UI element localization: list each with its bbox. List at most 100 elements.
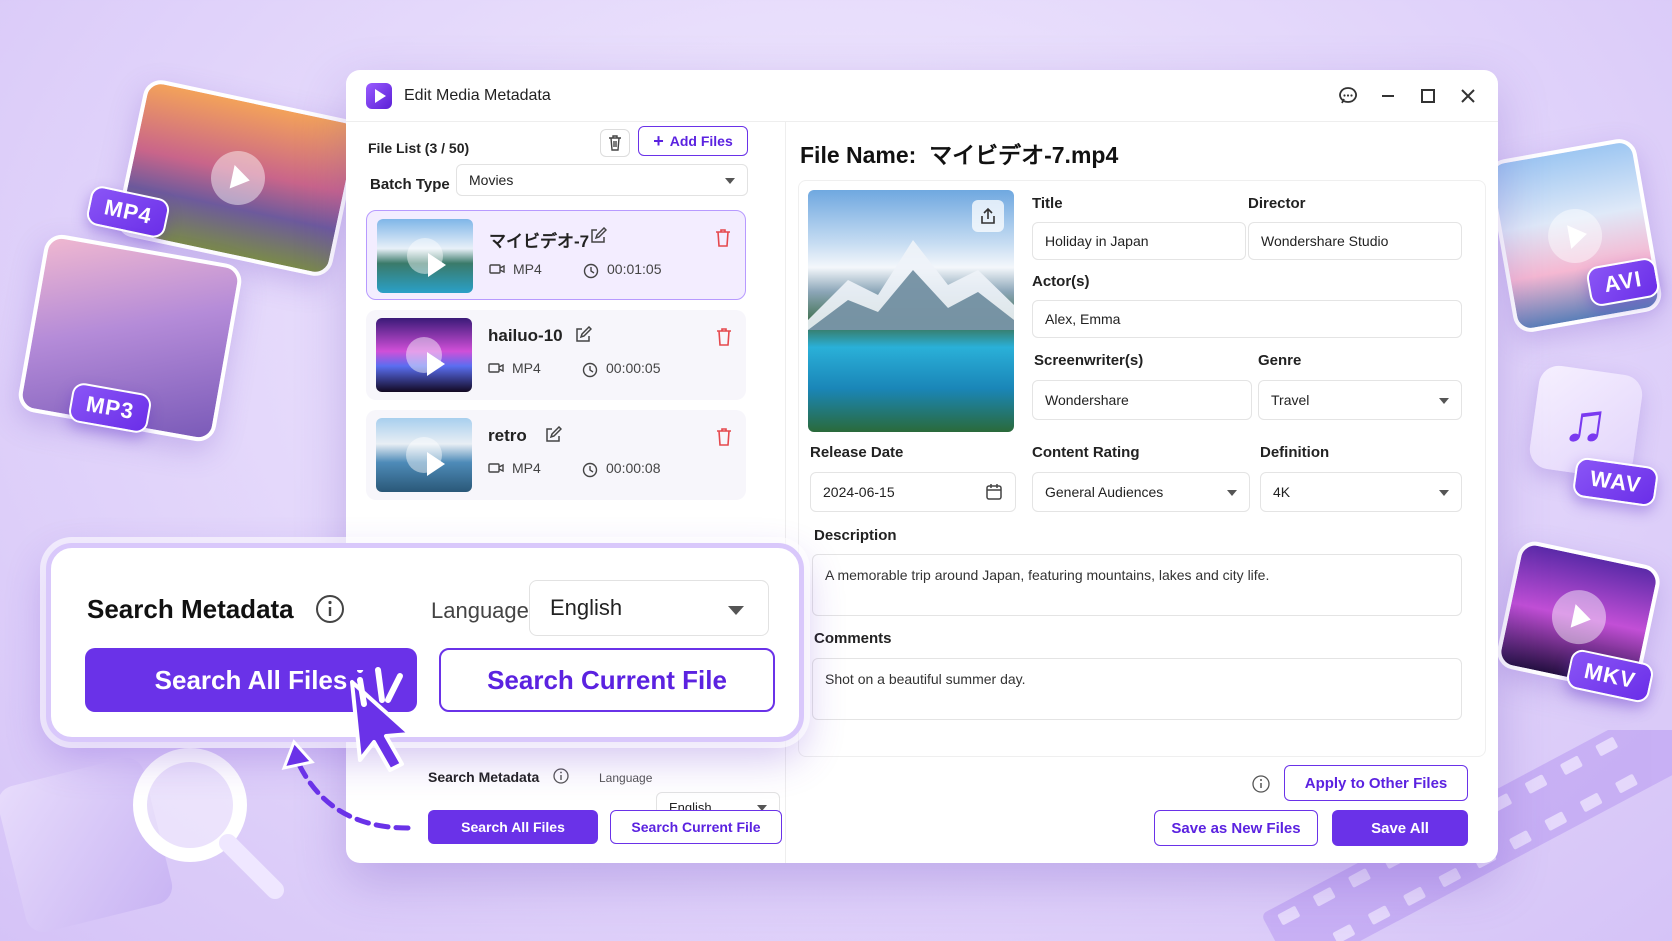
search-current-file-button[interactable]: Search Current File <box>610 810 782 844</box>
batch-type-select[interactable]: Movies <box>456 164 748 196</box>
file-format: MP4 <box>512 360 541 376</box>
search-metadata-label: Search Metadata <box>428 769 540 785</box>
video-icon <box>489 264 505 274</box>
feedback-icon[interactable] <box>1334 82 1362 110</box>
genre-select[interactable]: Travel <box>1258 380 1462 420</box>
file-thumbnail <box>376 418 472 492</box>
info-icon[interactable] <box>553 768 569 784</box>
file-thumbnail <box>376 318 472 392</box>
file-thumbnail <box>377 219 473 293</box>
plus-icon: + <box>653 130 664 151</box>
rename-icon[interactable] <box>544 426 562 444</box>
search-current-file-button[interactable]: Search Current File <box>439 648 775 712</box>
content-rating-select[interactable]: General Audiences <box>1032 472 1250 512</box>
play-icon <box>1546 584 1611 650</box>
screenwriter-label: Screenwriter(s) <box>1034 352 1144 369</box>
description-textarea[interactable]: A memorable trip around Japan, featuring… <box>812 554 1462 616</box>
genre-label: Genre <box>1258 352 1302 369</box>
chevron-down-icon <box>1227 490 1237 496</box>
info-icon[interactable] <box>315 594 345 624</box>
file-item[interactable]: retro MP4 00:00:08 <box>366 410 746 500</box>
file-name-heading: File Name: マイビデオ-7.mp4 <box>800 136 1118 170</box>
release-date-field[interactable]: 2024-06-15 <box>810 472 1016 512</box>
title-field[interactable]: Holiday in Japan <box>1032 222 1246 260</box>
metadata-panel: File Name: マイビデオ-7.mp4 Title Holiday in … <box>786 122 1498 863</box>
dashed-arrow-icon <box>281 739 411 831</box>
close-icon[interactable] <box>1454 82 1482 110</box>
rename-icon[interactable] <box>589 227 607 245</box>
director-field[interactable]: Wondershare Studio <box>1248 222 1462 260</box>
content-rating-label: Content Rating <box>1032 444 1140 461</box>
file-item[interactable]: マイビデオ-7 MP4 00:01:05 <box>366 210 746 300</box>
wav-badge: WAV <box>1571 456 1660 508</box>
clock-icon <box>582 362 598 378</box>
definition-value: 4K <box>1273 484 1291 500</box>
play-icon <box>1543 204 1607 267</box>
definition-select[interactable]: 4K <box>1260 472 1462 512</box>
title-bar: Edit Media Metadata <box>346 70 1498 122</box>
language-value: English <box>550 595 623 620</box>
file-name: retro <box>488 426 527 445</box>
delete-icon[interactable] <box>716 428 732 446</box>
actors-label: Actor(s) <box>1032 273 1090 290</box>
search-metadata-label: Search Metadata <box>87 594 294 624</box>
comments-textarea[interactable]: Shot on a beautiful summer day. <box>812 658 1462 720</box>
release-date-value: 2024-06-15 <box>823 484 895 500</box>
director-label: Director <box>1248 195 1306 212</box>
batch-type-label: Batch Type <box>370 176 450 193</box>
delete-icon[interactable] <box>716 328 732 346</box>
play-icon <box>205 145 271 211</box>
delete-icon[interactable] <box>715 229 731 247</box>
language-select[interactable]: English <box>529 580 769 636</box>
content-rating-value: General Audiences <box>1045 484 1164 500</box>
hiker-photo-card <box>113 76 363 280</box>
play-icon <box>406 337 445 376</box>
screenwriter-field[interactable]: Wondershare <box>1032 380 1252 420</box>
chevron-down-icon <box>1439 398 1449 404</box>
description-label: Description <box>814 527 897 544</box>
minimize-icon[interactable] <box>1374 82 1402 110</box>
delete-all-button[interactable] <box>600 129 630 157</box>
share-icon <box>981 207 995 224</box>
cover-image <box>808 190 1014 432</box>
search-all-files-button[interactable]: Search All Files <box>428 810 598 844</box>
save-as-new-files-button[interactable]: Save as New Files <box>1154 810 1318 846</box>
magnifier-icon <box>133 748 284 899</box>
apply-to-other-files-button[interactable]: Apply to Other Files <box>1284 765 1468 801</box>
clock-icon <box>583 263 599 279</box>
chevron-down-icon <box>728 606 744 615</box>
click-sparks-icon <box>357 667 403 707</box>
window-title: Edit Media Metadata <box>404 86 551 104</box>
definition-label: Definition <box>1260 444 1330 461</box>
genre-value: Travel <box>1271 392 1310 408</box>
maximize-icon[interactable] <box>1414 82 1442 110</box>
file-name: マイビデオ-7 <box>489 232 590 251</box>
file-list-header: File List (3 / 50) <box>368 140 470 156</box>
language-label: Language <box>431 598 529 623</box>
export-cover-button[interactable] <box>972 200 1004 232</box>
file-item[interactable]: hailuo-10 MP4 00:00:05 <box>366 310 746 400</box>
trash-icon <box>609 135 621 151</box>
file-duration: 00:01:05 <box>607 261 662 277</box>
file-name-label: File Name: <box>800 142 917 168</box>
edit-media-metadata-window: Edit Media Metadata File List (3 / 50) +… <box>346 70 1498 863</box>
calendar-icon[interactable] <box>985 483 1003 501</box>
language-label: Language <box>599 771 653 785</box>
title-label: Title <box>1032 195 1063 212</box>
rename-icon[interactable] <box>574 326 592 344</box>
mountain-shape <box>808 240 1014 330</box>
actors-field[interactable]: Alex, Emma <box>1032 300 1462 338</box>
info-icon[interactable] <box>1252 775 1270 793</box>
file-name: hailuo-10 <box>488 326 563 345</box>
play-icon <box>406 437 445 476</box>
clock-icon <box>582 462 598 478</box>
mount-fuji-photo-card <box>1485 136 1665 335</box>
save-all-button[interactable]: Save All <box>1332 810 1468 846</box>
app-logo-icon <box>366 82 392 109</box>
add-files-button[interactable]: + Add Files <box>638 126 748 156</box>
comments-label: Comments <box>814 630 892 647</box>
video-icon <box>488 463 504 473</box>
release-date-label: Release Date <box>810 444 904 461</box>
play-icon <box>407 238 446 277</box>
file-duration: 00:00:08 <box>606 460 661 476</box>
